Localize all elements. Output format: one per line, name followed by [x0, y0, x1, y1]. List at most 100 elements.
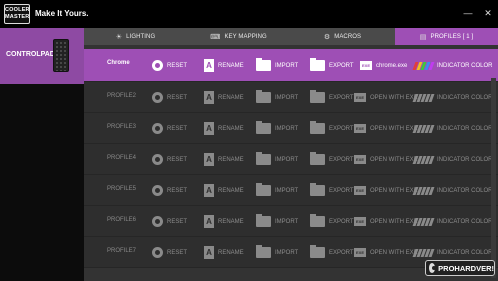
bulb-icon: ☀ — [115, 33, 123, 41]
export-button[interactable]: EXPORT — [310, 175, 354, 206]
tab-bar: ☀ LIGHTING ⌨ KEY MAPPING ⚙ MACROS ▤ PROF… — [84, 28, 498, 45]
rename-icon: A — [204, 246, 214, 259]
indicator-color-icon — [412, 93, 435, 102]
rename-button[interactable]: A RENAME — [204, 237, 244, 268]
import-button[interactable]: IMPORT — [256, 49, 298, 82]
exe-icon: EXE — [360, 61, 372, 70]
indicator-color-icon — [412, 61, 435, 70]
app-tagline: Make It Yours. — [35, 9, 89, 18]
export-folder-icon — [310, 183, 325, 196]
indicator-color-button[interactable]: INDICATOR COLOR — [412, 49, 492, 82]
device-panel: CONTROLPAD_U — [0, 28, 84, 281]
rename-icon: A — [204, 184, 214, 197]
reset-icon — [152, 247, 163, 258]
import-button[interactable]: IMPORT — [256, 82, 298, 113]
reset-button[interactable]: RESET — [152, 175, 187, 206]
indicator-color-button[interactable]: INDICATOR COLOR — [412, 175, 492, 206]
profile-name: PROFILE2 — [107, 93, 137, 99]
open-with-exe-button[interactable]: EXE OPEN WITH EXE — [354, 144, 418, 175]
indicator-color-icon — [412, 217, 435, 226]
device-card[interactable]: CONTROLPAD_U — [0, 28, 84, 84]
rename-button[interactable]: A RENAME — [204, 175, 244, 206]
export-folder-icon — [310, 214, 325, 227]
scrollbar[interactable] — [491, 78, 496, 278]
import-folder-icon — [256, 90, 271, 103]
export-button[interactable]: EXPORT — [310, 237, 354, 268]
open-with-exe-button[interactable]: EXE OPEN WITH EXE — [354, 206, 418, 237]
export-folder-icon — [310, 152, 325, 165]
export-button[interactable]: EXPORT — [310, 206, 354, 237]
export-button[interactable]: EXPORT — [310, 82, 354, 113]
rename-button[interactable]: A RENAME — [204, 82, 244, 113]
profile-name: PROFILE3 — [107, 124, 137, 130]
import-folder-icon — [256, 58, 271, 71]
open-with-exe-button[interactable]: EXE chrome.exe — [360, 49, 407, 82]
macros-icon: ⚙ — [323, 33, 331, 41]
reset-button[interactable]: RESET — [152, 113, 187, 144]
rename-button[interactable]: A RENAME — [204, 113, 244, 144]
import-button[interactable]: IMPORT — [256, 175, 298, 206]
reset-button[interactable]: RESET — [152, 237, 187, 268]
reset-button[interactable]: RESET — [152, 144, 187, 175]
keyboard-icon: ⌨ — [210, 33, 221, 41]
exe-icon: EXE — [354, 217, 366, 226]
import-button[interactable]: IMPORT — [256, 144, 298, 175]
indicator-color-button[interactable]: INDICATOR COLOR — [412, 144, 492, 175]
prohardver-logo-icon — [429, 263, 437, 273]
import-button[interactable]: IMPORT — [256, 206, 298, 237]
open-with-exe-button[interactable]: EXE OPEN WITH EXE — [354, 175, 418, 206]
profile-name: PROFILE7 — [107, 248, 137, 254]
profile-row[interactable]: PROFILE6 RESET A RENAME IMPORT EXPORT EXE… — [84, 206, 498, 237]
profile-row[interactable]: PROFILE4 RESET A RENAME IMPORT EXPORT EXE… — [84, 144, 498, 175]
rename-icon: A — [204, 91, 214, 104]
reset-button[interactable]: RESET — [152, 206, 187, 237]
reset-icon — [152, 92, 163, 103]
export-button[interactable]: EXPORT — [310, 144, 354, 175]
keypad-device-icon — [53, 39, 69, 72]
rename-button[interactable]: A RENAME — [204, 206, 244, 237]
profile-row[interactable]: PROFILE3 RESET A RENAME IMPORT EXPORT EXE… — [84, 113, 498, 144]
rename-icon: A — [204, 122, 214, 135]
indicator-color-icon — [412, 248, 435, 257]
tab-macros[interactable]: ⚙ MACROS — [290, 28, 395, 45]
exe-icon: EXE — [354, 155, 366, 164]
indicator-color-button[interactable]: INDICATOR COLOR — [412, 113, 492, 144]
export-button[interactable]: EXPORT — [310, 113, 354, 144]
import-button[interactable]: IMPORT — [256, 237, 298, 268]
import-button[interactable]: IMPORT — [256, 113, 298, 144]
profile-row-active[interactable]: Chrome RESET A RENAME IMPORT EXPORT EXE … — [84, 49, 498, 82]
profile-row[interactable]: PROFILE2 RESET A RENAME IMPORT EXPORT EXE… — [84, 82, 498, 113]
open-with-exe-button[interactable]: EXE OPEN WITH EXE — [354, 237, 418, 268]
reset-button[interactable]: RESET — [152, 49, 187, 82]
tab-label: KEY MAPPING — [224, 33, 267, 40]
profile-row[interactable]: PROFILE5 RESET A RENAME IMPORT EXPORT EXE… — [84, 175, 498, 206]
minimize-button[interactable]: — — [463, 8, 473, 18]
exe-icon: EXE — [354, 124, 366, 133]
import-folder-icon — [256, 214, 271, 227]
export-button[interactable]: EXPORT — [310, 49, 354, 82]
tab-profiles[interactable]: ▤ PROFILES [ 1 ] — [395, 28, 498, 45]
import-folder-icon — [256, 183, 271, 196]
logo-text: COOLER MASTER — [5, 7, 30, 20]
reset-icon — [152, 60, 163, 71]
tab-label: MACROS — [334, 33, 362, 40]
close-button[interactable]: ✕ — [483, 8, 493, 18]
profile-name: PROFILE6 — [107, 217, 137, 223]
rename-button[interactable]: A RENAME — [204, 144, 244, 175]
reset-button[interactable]: RESET — [152, 82, 187, 113]
reset-icon — [152, 154, 163, 165]
open-with-exe-button[interactable]: EXE OPEN WITH EXE — [354, 113, 418, 144]
profiles-list: Chrome RESET A RENAME IMPORT EXPORT EXE … — [84, 45, 498, 281]
export-folder-icon — [310, 245, 325, 258]
tab-lighting[interactable]: ☀ LIGHTING — [84, 28, 187, 45]
rename-button[interactable]: A RENAME — [204, 49, 244, 82]
tab-label: LIGHTING — [126, 33, 156, 40]
import-folder-icon — [256, 152, 271, 165]
indicator-color-button[interactable]: INDICATOR COLOR — [412, 82, 492, 113]
tab-key-mapping[interactable]: ⌨ KEY MAPPING — [187, 28, 290, 45]
indicator-color-button[interactable]: INDICATOR COLOR — [412, 206, 492, 237]
open-with-exe-button[interactable]: EXE OPEN WITH EXE — [354, 82, 418, 113]
profiles-icon: ▤ — [419, 33, 427, 41]
exe-icon: EXE — [354, 93, 366, 102]
tab-label: PROFILES [ 1 ] — [430, 33, 474, 40]
